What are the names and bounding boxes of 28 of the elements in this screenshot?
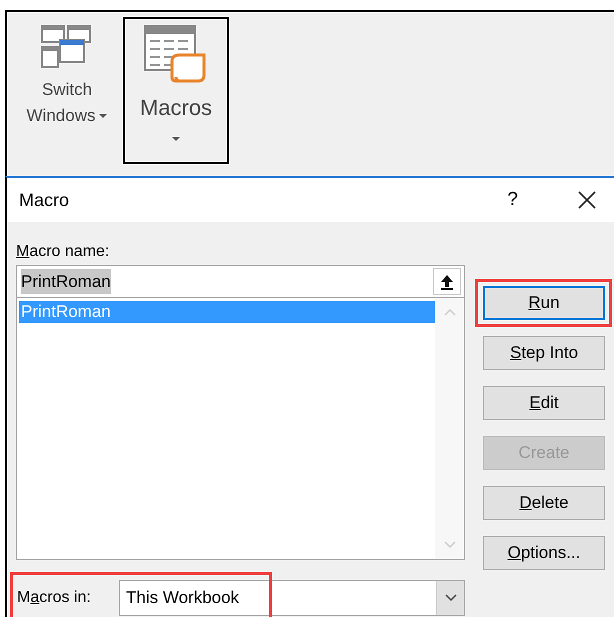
- macros-in-dropdown[interactable]: This Workbook: [119, 580, 465, 616]
- dialog-button[interactable]: Run: [483, 286, 605, 320]
- macro-name-value: PrintRoman: [21, 268, 111, 294]
- up-arrow-icon: [440, 274, 454, 290]
- dialog-button[interactable]: Options...: [483, 536, 605, 570]
- dropdown-arrow-button[interactable]: [436, 581, 464, 615]
- scrollbar[interactable]: [435, 298, 464, 559]
- ribbon-button-label: Windows: [26, 105, 96, 127]
- ribbon-button[interactable]: Macros: [123, 17, 229, 164]
- help-button[interactable]: ?: [507, 186, 518, 214]
- scroll-down-icon[interactable]: [444, 541, 456, 549]
- dialog-button[interactable]: Step Into: [483, 336, 605, 370]
- dialog-button[interactable]: Delete: [483, 486, 605, 520]
- ribbon-button[interactable]: Switch Windows: [17, 17, 117, 164]
- ribbon-button-label: Switch: [42, 79, 92, 101]
- upload-arrow-button[interactable]: [433, 268, 461, 295]
- scroll-up-icon[interactable]: [444, 308, 456, 316]
- macro-name-label: Macro name:: [16, 242, 110, 262]
- ribbon-button-label: Macros: [140, 95, 212, 121]
- macro-sheet-icon: [144, 25, 208, 83]
- macros-in-value: This Workbook: [126, 587, 240, 610]
- chevron-down-icon: [444, 594, 456, 602]
- dialog-button[interactable]: Edit: [483, 386, 605, 420]
- macros-in-label: Macros in:: [16, 588, 92, 608]
- dialog-title: Macro: [19, 188, 70, 212]
- windows-icon: [41, 25, 93, 69]
- macro-name-field[interactable]: PrintRoman: [16, 265, 465, 298]
- close-icon[interactable]: [578, 191, 596, 209]
